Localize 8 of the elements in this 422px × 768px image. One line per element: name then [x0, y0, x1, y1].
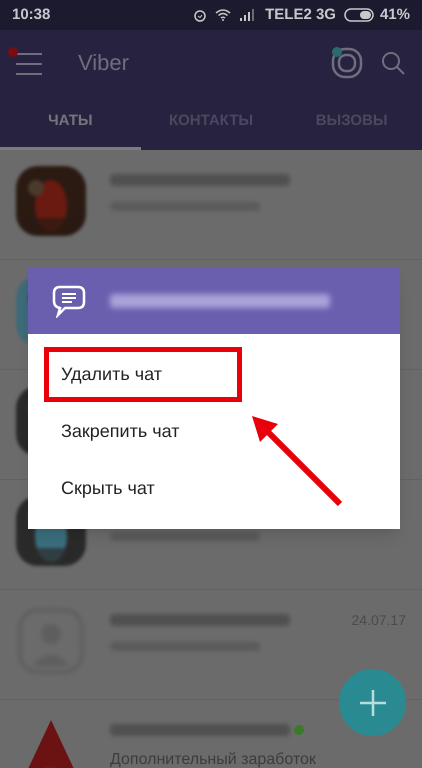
app-title: Viber [78, 49, 129, 77]
battery-percent: 41% [380, 4, 410, 25]
status-time: 10:38 [12, 4, 50, 25]
tab[interactable]: ЧАТЫ [0, 95, 141, 150]
carrier-label: TELE2 3G [265, 4, 336, 25]
menu-item[interactable]: Закрепить чат [44, 404, 196, 459]
menu-item[interactable]: Удалить чат [44, 347, 242, 402]
menu-item[interactable]: Скрыть чат [44, 461, 172, 516]
